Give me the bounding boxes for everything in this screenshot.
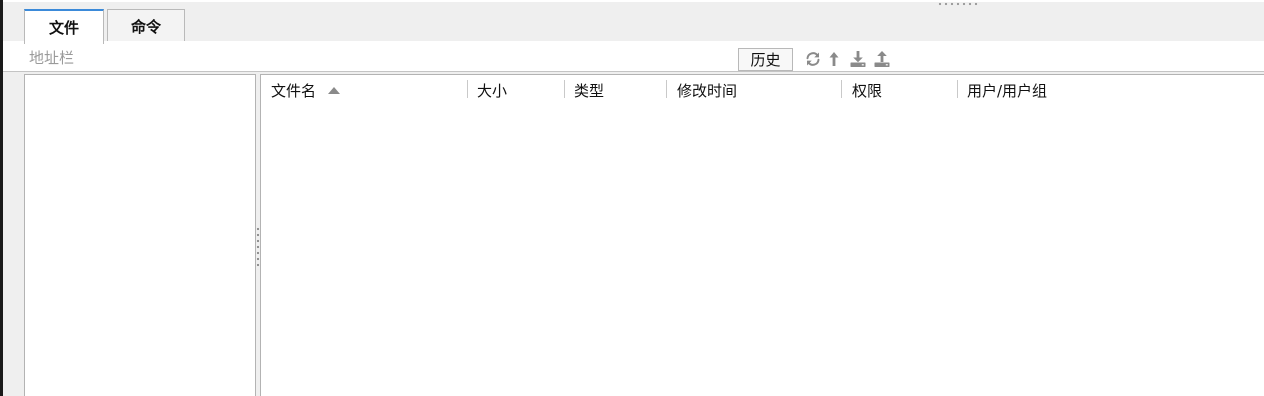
history-button[interactable]: 历史 [738,48,793,71]
address-input[interactable] [29,48,729,68]
file-list-panel[interactable]: 文件名 大小 类型 修改时间 权限 用户/用户组 [260,74,1264,396]
tab-files-label: 文件 [48,19,79,37]
column-separator[interactable] [957,80,958,98]
column-header-size-label: 大小 [477,81,508,100]
column-header-filename-label: 文件名 [271,81,317,100]
column-header-filename[interactable]: 文件名 [271,75,467,105]
column-separator[interactable] [666,80,667,98]
column-separator[interactable] [467,80,468,98]
column-header-permissions[interactable]: 权限 [852,75,957,105]
sort-ascending-icon [328,86,341,94]
column-separator[interactable] [564,80,565,98]
column-header-owner-label: 用户/用户组 [967,81,1048,100]
up-directory-icon[interactable] [827,50,841,68]
column-header-type-label: 类型 [574,81,605,100]
download-icon[interactable] [849,50,867,68]
resize-grip[interactable] [937,2,979,6]
directory-tree-panel[interactable] [24,74,256,396]
column-header-permissions-label: 权限 [852,81,883,100]
tab-commands-label: 命令 [130,18,161,36]
column-separator[interactable] [841,80,842,98]
tab-commands[interactable]: 命令 [107,9,185,43]
column-header-modified-label: 修改时间 [677,81,738,100]
column-header-modified[interactable]: 修改时间 [677,75,841,105]
tab-bar: 文件 命令 [3,0,1264,44]
address-toolbar: 历史 [3,41,1264,72]
column-header-size[interactable]: 大小 [477,75,563,105]
file-manager-window: 文件 命令 历史 [0,0,1264,396]
column-header-type[interactable]: 类型 [574,75,666,105]
refresh-icon[interactable] [804,50,822,68]
tab-files[interactable]: 文件 [24,9,104,44]
upload-icon[interactable] [873,50,891,68]
history-button-label: 历史 [750,51,781,69]
column-header-owner[interactable]: 用户/用户组 [967,75,1167,105]
